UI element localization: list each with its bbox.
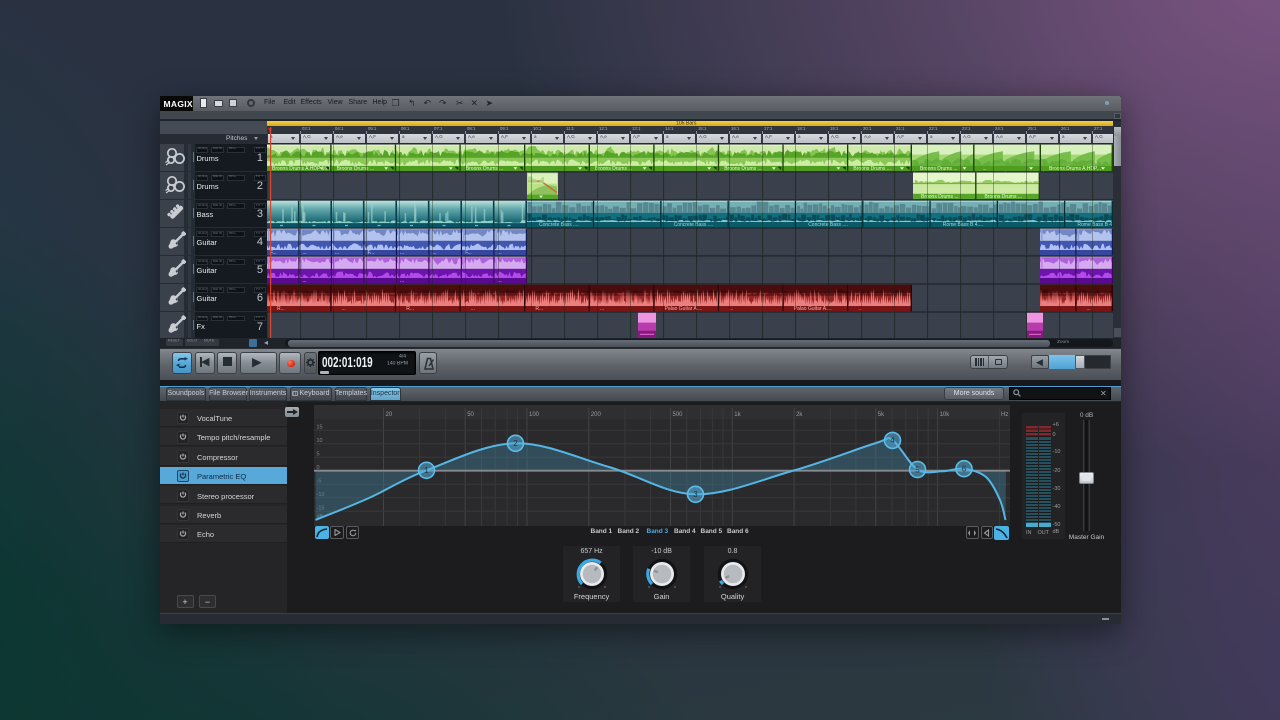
svg-text:2k: 2k — [796, 412, 803, 418]
svg-text:100: 100 — [529, 412, 540, 418]
svg-text:1k: 1k — [734, 412, 741, 418]
svg-text:F...: F... — [465, 250, 472, 256]
svg-text:5: 5 — [316, 452, 319, 458]
svg-text:Broons Drums A.HDP...: Broons Drums A.HDP... — [1049, 166, 1101, 172]
svg-text:Broons Drums ...: Broons Drums ... — [985, 194, 1023, 200]
svg-text:2: 2 — [513, 439, 518, 448]
svg-text:R...: R... — [406, 306, 414, 312]
svg-text:...: ... — [983, 166, 987, 172]
svg-text:5k: 5k — [877, 412, 884, 418]
svg-text:R...: R... — [535, 306, 543, 312]
svg-text:Rome Bass B 4....: Rome Bass B 4.... — [1077, 222, 1113, 228]
svg-text:Hz: Hz — [1001, 412, 1008, 418]
svg-text:Rome Bass B 4....: Rome Bass B 4.... — [943, 222, 983, 228]
svg-text:...: ... — [335, 250, 339, 256]
svg-text:Palao Guitar A....: Palao Guitar A.... — [794, 306, 832, 312]
svg-text:15: 15 — [316, 425, 322, 431]
svg-text:50: 50 — [467, 412, 474, 418]
svg-text:10k: 10k — [939, 412, 950, 418]
svg-text:Broons Drums ...: Broons Drums ... — [337, 166, 375, 172]
svg-text:...: ... — [400, 278, 404, 284]
svg-text:Broons Drums ...: Broons Drums ... — [853, 166, 891, 172]
svg-text:...: ... — [342, 306, 346, 312]
svg-text:...: ... — [600, 306, 604, 312]
svg-text:200: 200 — [590, 412, 601, 418]
svg-text:...: ... — [471, 306, 475, 312]
svg-text:...: ... — [400, 250, 404, 256]
svg-text:1: 1 — [424, 466, 429, 475]
svg-text:4: 4 — [890, 436, 895, 445]
svg-text:Broons Drums ...: Broons Drums ... — [921, 194, 959, 200]
svg-text:500: 500 — [672, 412, 683, 418]
svg-text:...: ... — [303, 250, 307, 256]
svg-text:Concrete Bass ....: Concrete Bass .... — [539, 222, 579, 228]
svg-text:3: 3 — [693, 490, 698, 499]
svg-text:R...: R... — [277, 306, 285, 312]
svg-text:5: 5 — [915, 465, 920, 474]
svg-text:20: 20 — [385, 412, 392, 418]
svg-text:F...: F... — [368, 250, 375, 256]
svg-text:Concrete Bass ....: Concrete Bass .... — [674, 222, 714, 228]
svg-text:Broons Drums ...: Broons Drums ... — [920, 166, 958, 172]
svg-text:...: ... — [303, 278, 307, 284]
svg-text:6: 6 — [961, 465, 966, 474]
svg-text:10: 10 — [316, 438, 322, 444]
svg-text:Broons Drums ...: Broons Drums ... — [595, 166, 633, 172]
svg-text:...: ... — [1087, 306, 1091, 312]
svg-text:...: ... — [433, 250, 437, 256]
svg-text:Broons Drums ...: Broons Drums ... — [466, 166, 504, 172]
